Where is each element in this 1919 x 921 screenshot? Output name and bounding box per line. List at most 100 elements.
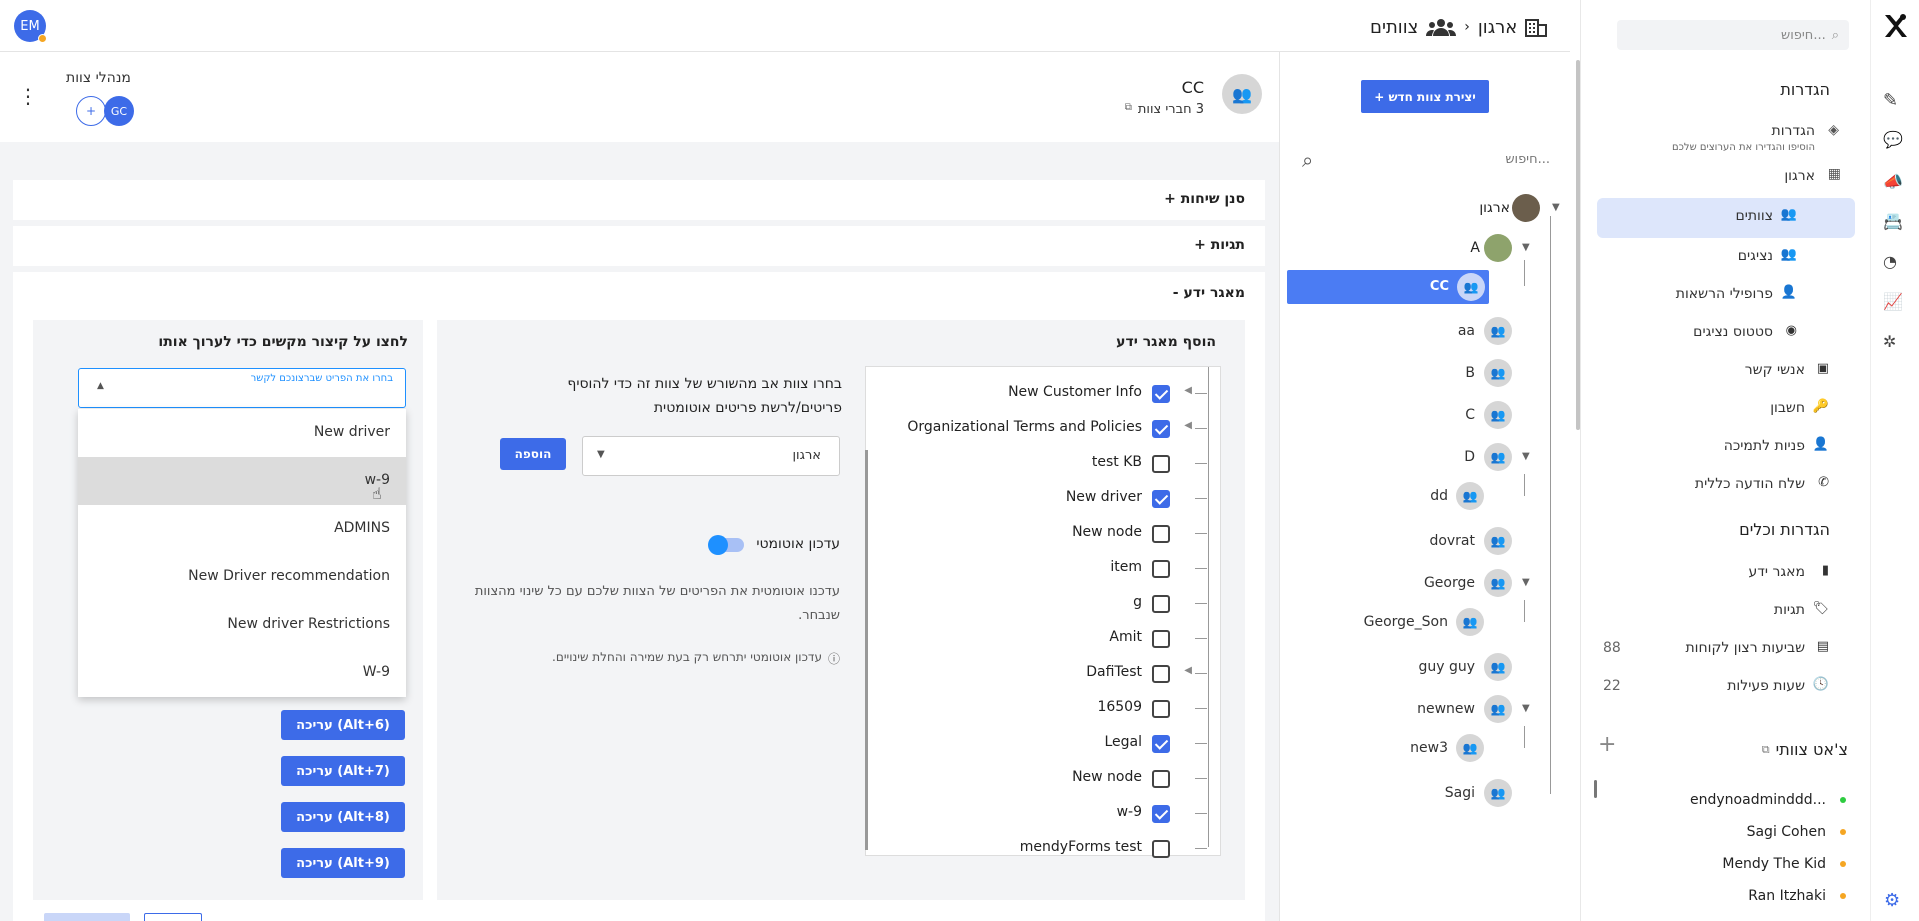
- team-row[interactable]: 👥 dovrat: [1400, 527, 1550, 557]
- dropdown-option[interactable]: New Driver recommendation: [78, 553, 406, 601]
- add-chat-button[interactable]: +: [1598, 732, 1616, 757]
- nav-item-settings[interactable]: הגדרות הוסיפו והגדירו את הערוצים שלכם ◈: [1597, 118, 1855, 158]
- team-row[interactable]: 👥 B: [1400, 359, 1550, 389]
- dropdown-option-hovered[interactable]: w-9: [78, 457, 406, 505]
- parent-team-select[interactable]: ארגון ▼: [582, 436, 840, 476]
- nav-item-broadcast[interactable]: שלח הודעה כללית ✆: [1597, 466, 1855, 504]
- team-row[interactable]: 👥 guy guy: [1400, 653, 1550, 683]
- edit-shortcut-button[interactable]: עריכה (Alt+9): [281, 848, 405, 878]
- checkbox[interactable]: [1152, 525, 1170, 543]
- tool-item-kb[interactable]: מאגר ידע ▮: [1597, 558, 1855, 596]
- checkbox[interactable]: [1152, 455, 1170, 473]
- edit-shortcut-button[interactable]: עריכה (Alt+7): [281, 756, 405, 786]
- kb-item[interactable]: mendyForms test: [870, 831, 1210, 866]
- link-item-dropdown[interactable]: בחרו את הפריט שברצונכם לקשר ▲: [78, 368, 406, 408]
- team-row[interactable]: 👥 Sagi: [1400, 779, 1550, 809]
- kb-item[interactable]: Organizational Terms and Policies ◀: [870, 411, 1210, 446]
- checkbox-checked[interactable]: [1152, 385, 1170, 403]
- checkbox-checked[interactable]: [1152, 805, 1170, 823]
- bottom-button-partial[interactable]: [144, 913, 202, 921]
- kb-item[interactable]: g: [870, 586, 1210, 621]
- kb-item[interactable]: Legal: [870, 726, 1210, 761]
- nav-item-teams[interactable]: צוותים 👥: [1597, 198, 1855, 238]
- kb-item[interactable]: New driver: [870, 481, 1210, 516]
- chat-user[interactable]: Mendy The Kid: [1640, 848, 1846, 880]
- team-row-selected[interactable]: 👥 CC: [1287, 270, 1489, 304]
- kb-item[interactable]: Amit: [870, 621, 1210, 656]
- checkbox-checked[interactable]: [1152, 420, 1170, 438]
- nav-item-support[interactable]: פניות לתמיכה 👤: [1597, 428, 1855, 466]
- settings-gear-icon[interactable]: ⚙: [1884, 890, 1900, 911]
- kb-item[interactable]: DafiTest ◀: [870, 656, 1210, 691]
- kb-item[interactable]: w-9: [870, 796, 1210, 831]
- kb-item[interactable]: item: [870, 551, 1210, 586]
- auto-update-toggle[interactable]: [708, 535, 744, 555]
- checkbox-checked[interactable]: [1152, 490, 1170, 508]
- expand-arrow-icon[interactable]: ◀: [1184, 385, 1192, 396]
- kb-item[interactable]: 16509: [870, 691, 1210, 726]
- chat-user[interactable]: Ran Itzhaki: [1640, 880, 1846, 912]
- add-manager-button[interactable]: +: [76, 96, 106, 126]
- more-options-icon[interactable]: ⋮: [18, 84, 38, 108]
- chat-icon[interactable]: 💬: [1883, 130, 1903, 149]
- add-kb-button[interactable]: הוספה: [500, 438, 566, 470]
- nav-item-org[interactable]: ארגון ▦: [1597, 158, 1855, 198]
- chat-user[interactable]: Sagi Cohen: [1640, 816, 1846, 848]
- analytics-icon[interactable]: 📈: [1883, 292, 1903, 311]
- dropdown-option[interactable]: New driver: [78, 409, 406, 457]
- teams-scrollbar[interactable]: [1576, 60, 1580, 430]
- dropdown-option[interactable]: W-9: [78, 649, 406, 697]
- checkbox[interactable]: [1152, 595, 1170, 613]
- team-row[interactable]: 👥 aa: [1400, 317, 1550, 347]
- nav-item-agents[interactable]: נציגים 👥: [1597, 238, 1855, 276]
- checkbox-checked[interactable]: [1152, 735, 1170, 753]
- megaphone-icon[interactable]: 📣: [1883, 172, 1903, 191]
- team-row[interactable]: 👥 new3: [1380, 734, 1530, 764]
- nav-search[interactable]: חיפוש... ⌕: [1617, 20, 1849, 50]
- checkbox[interactable]: [1152, 560, 1170, 578]
- section-chat-filter[interactable]: + סנן שיחות: [13, 180, 1265, 220]
- nav-item-account[interactable]: חשבון 🔑: [1597, 390, 1855, 428]
- team-row[interactable]: ▼ 👥 D: [1400, 443, 1550, 473]
- gauge-icon[interactable]: ◔: [1883, 252, 1897, 271]
- nav-item-agent-status[interactable]: סטטוס נציגים ◉: [1597, 314, 1855, 352]
- bottom-button-partial[interactable]: [44, 913, 130, 921]
- nav-search-input[interactable]: חיפוש...: [1781, 28, 1826, 43]
- teams-search-input[interactable]: חיפוש...: [1450, 152, 1550, 167]
- kb-item[interactable]: test KB: [870, 446, 1210, 481]
- search-icon[interactable]: ⌕: [1302, 148, 1313, 172]
- team-row[interactable]: ▼ 👥 George: [1400, 569, 1550, 599]
- pencil-icon[interactable]: ✎: [1883, 90, 1898, 111]
- nav-item-contacts[interactable]: אנשי קשר ▣: [1597, 352, 1855, 390]
- section-tags[interactable]: + תגיות: [13, 226, 1265, 266]
- new-team-button[interactable]: + יצירת צוות חדש: [1361, 80, 1489, 113]
- manager-avatar[interactable]: GC: [104, 96, 134, 126]
- breadcrumb-org[interactable]: ארגון: [1478, 17, 1517, 38]
- kb-item[interactable]: New node: [870, 516, 1210, 551]
- dropdown-option[interactable]: New driver Restrictions: [78, 601, 406, 649]
- tool-item-hours[interactable]: 22 שעות פעילות 🕓: [1597, 672, 1855, 710]
- checkbox[interactable]: [1152, 840, 1170, 858]
- edit-shortcut-button[interactable]: עריכה (Alt+6): [281, 710, 405, 740]
- contacts-book-icon[interactable]: 📇: [1883, 212, 1903, 231]
- tool-item-csat[interactable]: 88 שביעות רצון לקוחות ▤: [1597, 634, 1855, 672]
- checkbox[interactable]: [1152, 700, 1170, 718]
- kb-item[interactable]: New Customer Info ◀: [870, 376, 1210, 411]
- expand-arrow-icon[interactable]: ◀: [1184, 420, 1192, 431]
- checkbox[interactable]: [1152, 665, 1170, 683]
- team-row[interactable]: ▼ 👥 newnew: [1400, 695, 1550, 725]
- kb-item[interactable]: New node: [870, 761, 1210, 796]
- dropdown-option[interactable]: ADMINS: [78, 505, 406, 553]
- checkbox[interactable]: [1152, 770, 1170, 788]
- edit-shortcut-button[interactable]: עריכה (Alt+8): [281, 802, 405, 832]
- team-row[interactable]: 👥 dd: [1380, 482, 1530, 512]
- team-row[interactable]: 👥 George_Son: [1340, 608, 1530, 638]
- section-label[interactable]: - מאגר ידע: [1173, 285, 1245, 301]
- expand-arrow-icon[interactable]: ◀: [1184, 665, 1192, 676]
- team-row[interactable]: 👥 C: [1400, 401, 1550, 431]
- team-members-link[interactable]: 3 חברי צוות ⧉: [1060, 102, 1204, 117]
- nav-item-permissions[interactable]: פרופילי הרשאות 👤: [1597, 276, 1855, 314]
- kb-tree-scrollbar[interactable]: [865, 450, 868, 850]
- tool-item-tags[interactable]: תגיות 🏷: [1597, 596, 1855, 634]
- chat-scrollbar[interactable]: [1594, 780, 1597, 798]
